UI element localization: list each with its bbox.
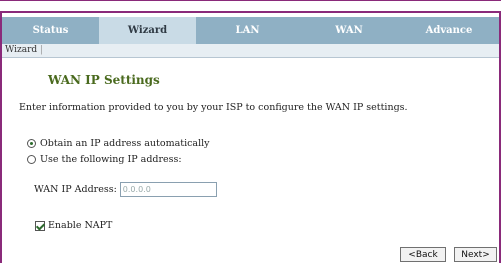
page-title: WAN IP Settings [48,73,160,87]
subnav-item-wizard[interactable]: Wizard [5,45,37,55]
napt-row[interactable]: Enable NAPT [35,220,112,231]
radio-use-following-ip-label: Use the following IP address: [40,154,182,165]
option-obtain-automatically[interactable]: Obtain an IP address automatically [27,138,210,149]
tab-advance[interactable]: Advance [399,17,499,44]
main-content: WAN IP Settings Enter information provid… [2,58,499,263]
enable-napt-label: Enable NAPT [48,220,113,231]
tab-wizard[interactable]: Wizard [99,17,196,44]
wan-ip-input[interactable]: 0.0.0.0 [119,182,217,197]
sub-navigation: Wizard | [2,44,499,58]
wan-ip-row: WAN IP Address: 0.0.0.0 [34,182,217,197]
main-nav: Status Wizard LAN WAN Advance [2,17,499,44]
tab-wan[interactable]: WAN [299,17,399,44]
back-button[interactable]: <Back [400,247,446,262]
radio-use-following-ip[interactable] [27,155,36,164]
wan-ip-label: WAN IP Address: [34,184,117,195]
top-strip [0,0,501,13]
page-description: Enter information provided to you by you… [19,102,408,113]
radio-obtain-automatically-label: Obtain an IP address automatically [40,138,210,149]
option-use-following-ip[interactable]: Use the following IP address: [27,154,182,165]
subnav-separator: | [40,45,44,55]
next-button[interactable]: Next> [454,247,497,262]
radio-obtain-automatically[interactable] [27,139,36,148]
tab-lan[interactable]: LAN [196,17,299,44]
tab-status[interactable]: Status [2,17,99,44]
enable-napt-checkbox[interactable] [35,220,45,231]
